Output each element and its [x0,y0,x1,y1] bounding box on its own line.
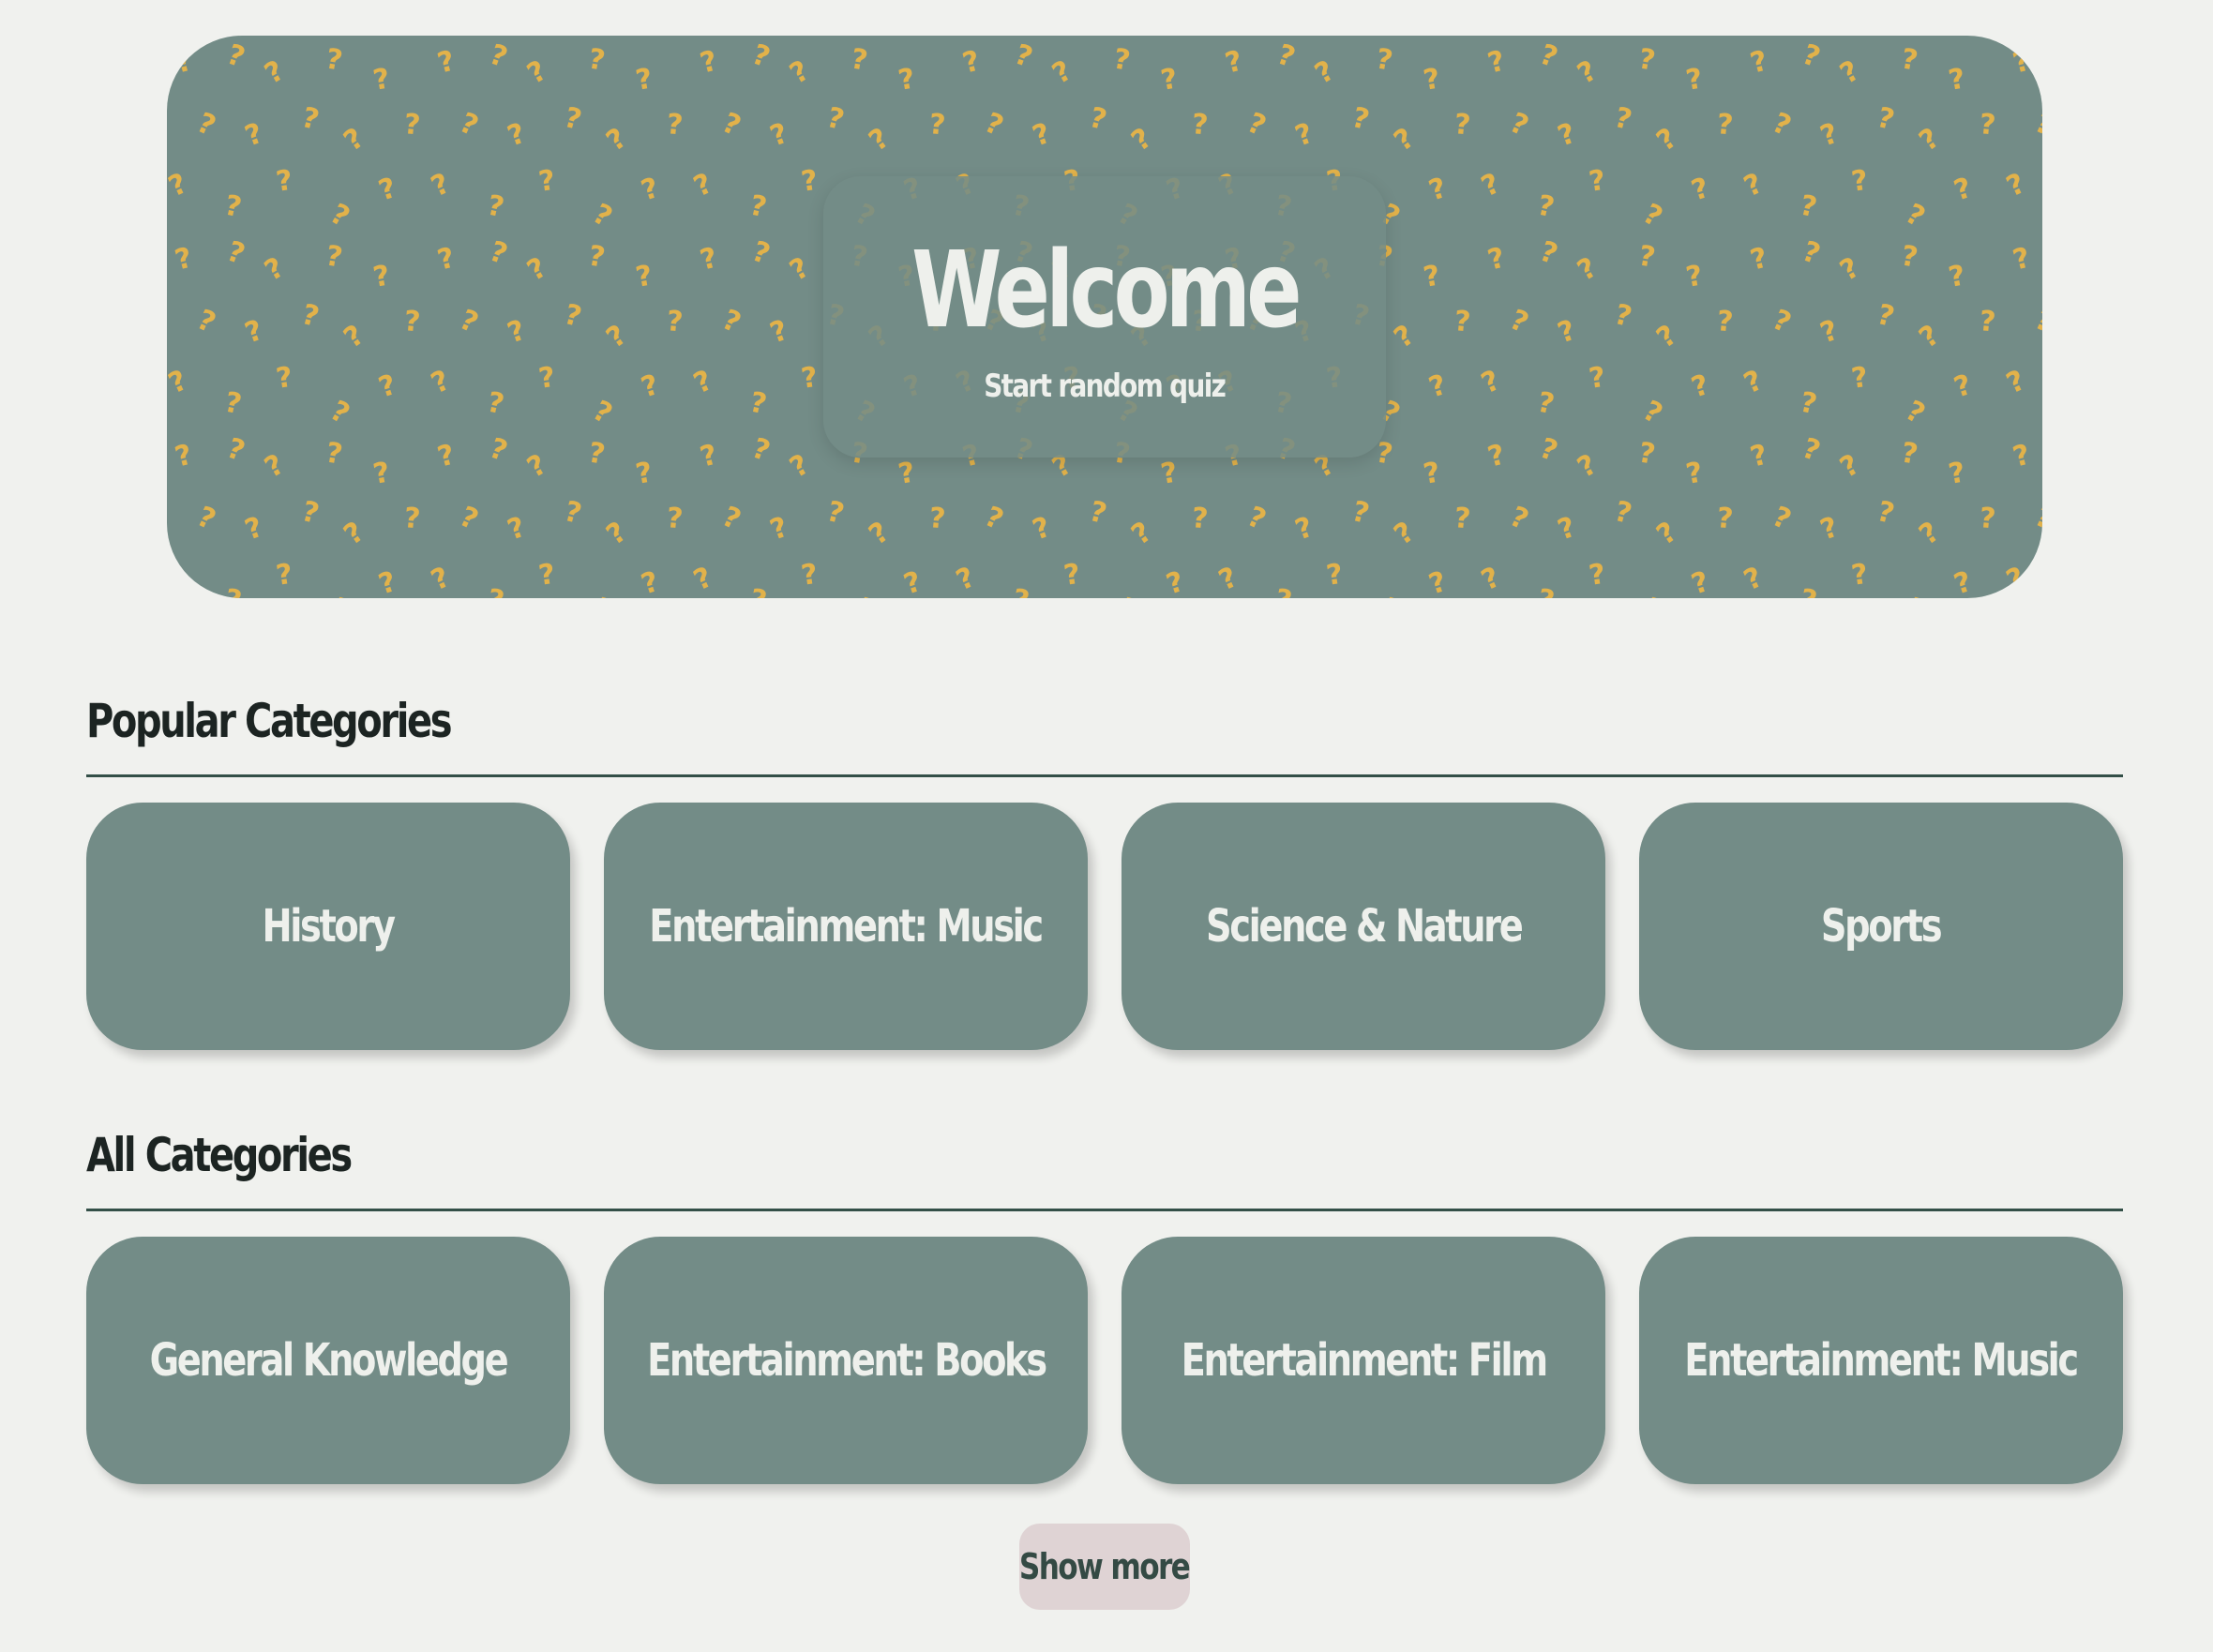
all-categories-grid: General Knowledge Entertainment: Books E… [86,1237,2123,1484]
hero-banner: ? ? ? ? ? ? ? ? ? ? ? ? ? ? ? [167,36,2042,598]
category-label: Entertainment: Film [1181,1334,1548,1387]
category-label: Entertainment: Books [646,1334,1047,1387]
popular-categories-title: Popular Categories [86,694,453,748]
category-label: Sports [1821,900,1943,953]
category-label: History [262,900,396,953]
category-label: Science & Nature [1205,900,1524,953]
category-card-entertainment-film[interactable]: Entertainment: Film [1122,1237,1605,1484]
category-label: Entertainment: Music [1684,1334,2080,1387]
category-label: Entertainment: Music [649,900,1045,953]
category-card-entertainment-books[interactable]: Entertainment: Books [604,1237,1088,1484]
category-card-general-knowledge[interactable]: General Knowledge [86,1237,570,1484]
popular-categories-grid: History Entertainment: Music Science & N… [86,803,2123,1050]
category-card-history[interactable]: History [86,803,570,1050]
all-categories-title: All Categories [86,1128,353,1182]
category-card-science-nature[interactable]: Science & Nature [1122,803,1605,1050]
show-more-label: Show more [1019,1546,1191,1587]
category-card-sports[interactable]: Sports [1639,803,2123,1050]
category-label: General Knowledge [149,1334,509,1387]
start-random-quiz-label[interactable]: Start random quiz [985,368,1227,405]
welcome-title: Welcome [911,230,1302,352]
all-divider [86,1209,2123,1211]
category-card-entertainment-music[interactable]: Entertainment: Music [604,803,1088,1050]
start-random-quiz-card[interactable]: Welcome Start random quiz [823,176,1386,458]
category-card-entertainment-music[interactable]: Entertainment: Music [1639,1237,2123,1484]
show-more-button[interactable]: Show more [1019,1524,1191,1610]
popular-divider [86,774,2123,777]
